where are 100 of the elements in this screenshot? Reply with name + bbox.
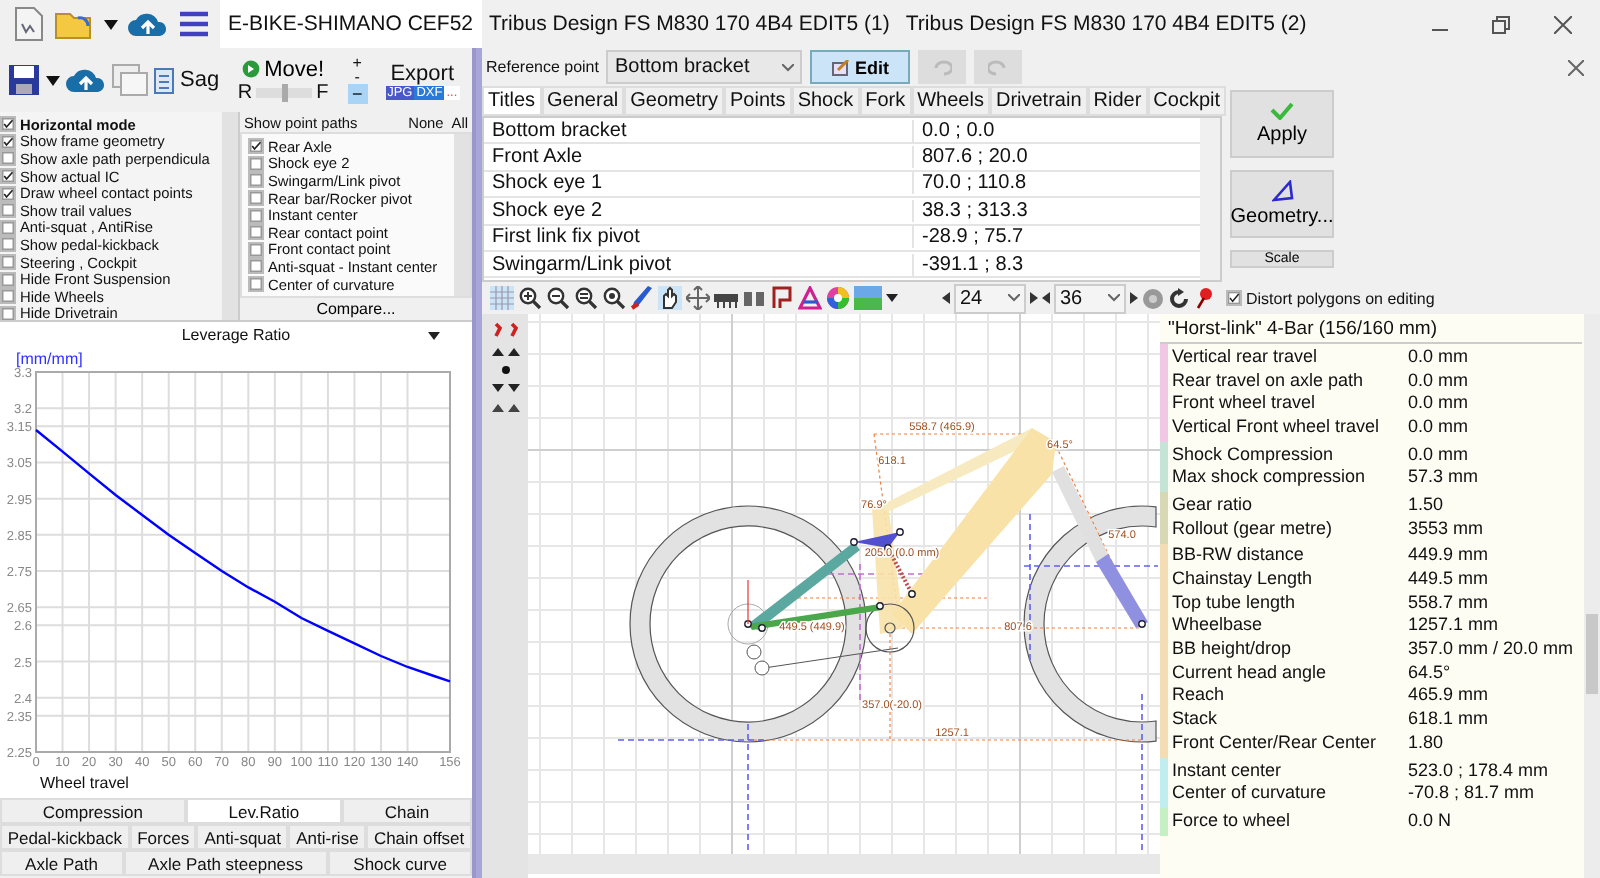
caret-icon[interactable] xyxy=(489,382,521,394)
chart-tab[interactable]: Anti-rise xyxy=(288,824,367,850)
editor-tab[interactable]: Rider xyxy=(1087,86,1148,116)
editor-tab[interactable]: Fork xyxy=(859,86,912,116)
clipboard-icon[interactable] xyxy=(154,66,174,94)
chart-tab[interactable]: Shock curve xyxy=(328,850,472,876)
export-label[interactable]: Export xyxy=(390,61,455,85)
checkbox[interactable] xyxy=(248,258,264,275)
chart-tab[interactable]: Forces xyxy=(129,824,197,850)
chart-tab[interactable]: Chain xyxy=(341,798,473,824)
caret-icon[interactable] xyxy=(104,19,118,29)
editor-tab[interactable]: Shock xyxy=(791,86,860,116)
chart-tab[interactable]: Axle Path xyxy=(0,850,123,876)
checkbox[interactable] xyxy=(248,224,264,241)
arrow-left-icon[interactable] xyxy=(942,292,950,304)
checkbox[interactable] xyxy=(0,254,16,271)
checkbox[interactable] xyxy=(0,288,16,305)
checkbox[interactable] xyxy=(0,202,16,219)
editor-tab[interactable]: Cockpit xyxy=(1147,86,1227,116)
rear-front-slider[interactable] xyxy=(256,87,313,97)
zoom-out-icon[interactable] xyxy=(546,286,570,310)
arrow-right-icon[interactable] xyxy=(1030,292,1038,304)
checkbox[interactable] xyxy=(248,207,264,224)
editor-tab[interactable]: General xyxy=(541,86,625,116)
plus-label[interactable]: + xyxy=(352,56,362,70)
scrollbar[interactable] xyxy=(1200,118,1220,280)
coordinates-cell[interactable]: 70.0 ; 110.8 xyxy=(914,172,1027,195)
caret-icon[interactable] xyxy=(46,75,60,85)
checkbox[interactable] xyxy=(248,276,264,293)
color-wheel-icon[interactable] xyxy=(826,286,850,310)
coordinates-cell[interactable]: 0.0 ; 0.0 xyxy=(914,119,995,142)
scrollbar[interactable] xyxy=(222,112,238,320)
spin-field[interactable]: 24 xyxy=(954,283,1026,313)
apply-button[interactable]: Apply xyxy=(1230,90,1334,158)
chart-tab[interactable]: Axle Path steepness xyxy=(123,850,329,876)
chart-tab[interactable]: Pedal-kickback xyxy=(0,824,130,850)
distort-label[interactable]: Distort polygons on editing xyxy=(1246,289,1435,307)
checkbox[interactable] xyxy=(248,155,264,172)
checkbox[interactable] xyxy=(0,219,16,236)
chart-tab[interactable]: Anti-squat xyxy=(196,824,289,850)
ruler-icon[interactable] xyxy=(742,286,766,310)
checkbox[interactable] xyxy=(0,133,16,150)
document-icon[interactable] xyxy=(12,6,44,42)
editor-tab[interactable]: Wheels xyxy=(911,86,990,116)
spin-field[interactable]: 36 xyxy=(1054,283,1126,313)
bracket-icon[interactable] xyxy=(770,286,794,310)
arrow-left-icon[interactable] xyxy=(1042,292,1050,304)
chart-tab[interactable]: Lev.Ratio xyxy=(185,798,342,824)
brush-icon[interactable] xyxy=(630,286,654,310)
move-button[interactable]: Move! xyxy=(242,57,325,81)
sag-label[interactable]: Sag xyxy=(180,68,220,92)
checkbox[interactable] xyxy=(0,236,16,253)
checkbox[interactable] xyxy=(0,185,16,202)
checkbox[interactable] xyxy=(0,116,16,133)
magnifier-icon[interactable] xyxy=(574,286,598,310)
geometry-button[interactable]: Geometry... xyxy=(1230,170,1334,238)
editor-tab[interactable]: Geometry xyxy=(624,86,725,116)
dot-icon[interactable] xyxy=(501,366,509,374)
caret-icon[interactable] xyxy=(886,294,898,302)
document-tab[interactable]: E-BIKE-SHIMANO CEF52 xyxy=(220,0,482,48)
edit-button[interactable]: Edit xyxy=(810,50,911,84)
checkbox[interactable] xyxy=(248,172,264,189)
move-arrows-icon[interactable] xyxy=(686,286,710,310)
scrollbar[interactable] xyxy=(454,134,470,296)
reference-point-dropdown[interactable]: Bottom bracket xyxy=(606,50,803,84)
chart-tab[interactable]: Compression xyxy=(0,798,186,824)
cloud-upload-icon[interactable] xyxy=(128,10,168,38)
cloud-upload-icon[interactable] xyxy=(66,66,106,94)
step-button[interactable]: − xyxy=(347,84,368,104)
checkbox[interactable] xyxy=(0,150,16,167)
checkbox[interactable] xyxy=(1226,290,1242,306)
checkbox[interactable] xyxy=(248,190,264,207)
scrollbar[interactable] xyxy=(1584,314,1600,878)
coordinates-cell[interactable]: -28.9 ; 75.7 xyxy=(914,226,1024,249)
magnifier-icon[interactable] xyxy=(602,286,626,310)
coordinates-cell[interactable]: -391.1 ; 8.3 xyxy=(914,253,1024,276)
editor-tab[interactable]: Drivetrain xyxy=(989,86,1088,116)
triangle-icon[interactable] xyxy=(798,286,822,310)
chart-tab[interactable]: Chain offset xyxy=(366,824,472,850)
menu-icon[interactable] xyxy=(178,10,210,38)
save-icon[interactable] xyxy=(8,64,40,96)
caret-icon[interactable] xyxy=(428,332,440,340)
arrow-right-icon[interactable] xyxy=(1130,292,1138,304)
refresh-icon[interactable] xyxy=(1168,287,1190,309)
close-icon[interactable] xyxy=(1554,15,1572,33)
hand-icon[interactable] xyxy=(658,286,682,310)
checkbox[interactable] xyxy=(0,168,16,185)
checkbox[interactable] xyxy=(248,138,264,155)
close-icon[interactable] xyxy=(1568,59,1584,75)
checkbox[interactable] xyxy=(0,271,16,288)
editor-tab[interactable]: Points xyxy=(724,86,792,116)
checkbox[interactable] xyxy=(0,305,16,322)
minus-label[interactable]: - xyxy=(354,70,360,84)
editor-tab[interactable]: Titles xyxy=(482,86,542,116)
scrollbar[interactable] xyxy=(528,854,1160,874)
restore-icon[interactable] xyxy=(1492,15,1510,33)
coordinates-cell[interactable]: 807.6 ; 20.0 xyxy=(914,146,1028,169)
coordinates-cell[interactable]: 38.3 ; 313.3 xyxy=(914,199,1028,222)
checkbox[interactable] xyxy=(248,241,264,258)
zoom-in-icon[interactable] xyxy=(518,286,542,310)
